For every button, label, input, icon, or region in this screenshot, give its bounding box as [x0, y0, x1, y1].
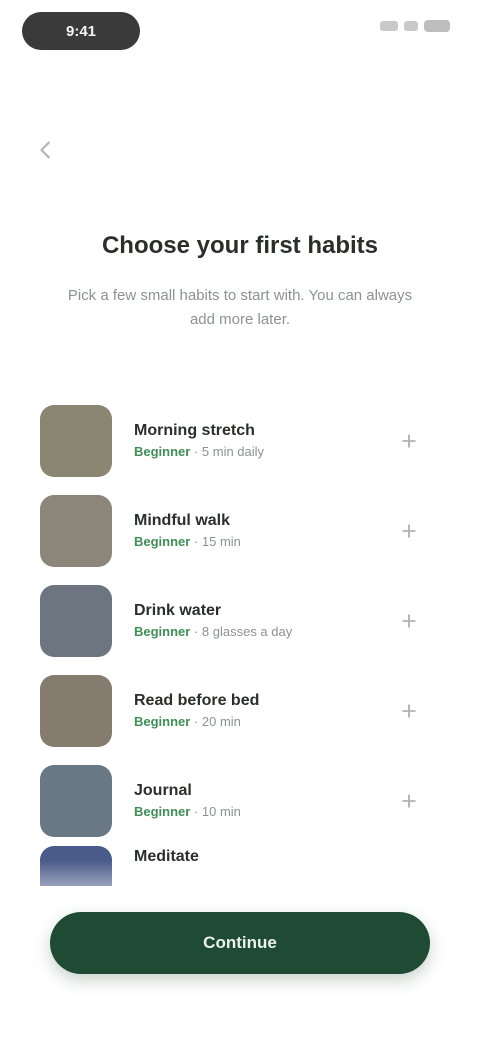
habit-tag: Beginner [134, 534, 191, 549]
habit-info: Drink water Beginner · 8 glasses a day [112, 600, 382, 642]
status-bar: 9:41 [0, 0, 480, 64]
add-habit-button[interactable] [392, 784, 426, 818]
habit-meta: Beginner · 10 min [134, 802, 382, 822]
habit-detail: · 10 min [190, 804, 241, 819]
habit-info: Morning stretch Beginner · 5 min daily [112, 420, 382, 462]
habit-detail: · 8 glasses a day [190, 624, 293, 639]
habit-info: Journal Beginner · 10 min [112, 780, 382, 822]
page-subtitle: Pick a few small habits to start with. Y… [67, 287, 413, 328]
chevron-left-icon [40, 141, 50, 159]
habit-info: Meditate [112, 846, 440, 868]
habit-thumbnail [40, 675, 112, 747]
plus-icon [402, 614, 416, 628]
habit-info: Mindful walk Beginner · 15 min [112, 510, 382, 552]
continue-button[interactable]: Continue [50, 912, 430, 974]
add-habit-button[interactable] [392, 604, 426, 638]
plus-icon [402, 434, 416, 448]
habit-row[interactable]: Meditate [40, 846, 440, 886]
habit-name: Journal [134, 782, 192, 799]
habit-thumbnail [40, 495, 112, 567]
habit-name: Meditate [134, 848, 199, 865]
battery-icon [424, 20, 450, 32]
habit-detail: · 20 min [190, 714, 241, 729]
habit-row[interactable]: Read before bed Beginner · 20 min [40, 666, 440, 756]
add-habit-button[interactable] [392, 514, 426, 548]
add-habit-button[interactable] [392, 694, 426, 728]
habit-name: Morning stretch [134, 422, 255, 439]
page-title: Choose your first habits [101, 232, 379, 259]
plus-icon [402, 794, 416, 808]
habit-name: Drink water [134, 602, 222, 619]
screen: 9:41 Choose your first habits Pick a few… [0, 0, 480, 1040]
add-habit-button[interactable] [392, 424, 426, 458]
plus-icon [402, 524, 416, 538]
habit-tag: Beginner [134, 804, 191, 819]
signal-icon [380, 21, 398, 31]
back-button[interactable] [26, 130, 66, 170]
habit-name: Mindful walk [134, 512, 230, 529]
habit-meta: Beginner · 5 min daily [134, 442, 382, 462]
habit-detail: · 5 min daily [190, 444, 265, 459]
habit-meta: Beginner · 20 min [134, 712, 382, 732]
habit-detail: · 15 min [190, 534, 241, 549]
habit-thumbnail [40, 585, 112, 657]
habit-tag: Beginner [134, 624, 191, 639]
habit-row[interactable]: Mindful walk Beginner · 15 min [40, 486, 440, 576]
habit-thumbnail [40, 405, 112, 477]
habit-thumbnail [40, 846, 112, 886]
wifi-icon [404, 21, 418, 31]
habit-thumbnail [40, 765, 112, 837]
habit-info: Read before bed Beginner · 20 min [112, 690, 382, 732]
habit-list: Morning stretch Beginner · 5 min daily M… [40, 396, 440, 886]
habit-row[interactable]: Journal Beginner · 10 min [40, 756, 440, 846]
habit-tag: Beginner [134, 444, 191, 459]
status-time: 9:41 [22, 12, 140, 50]
habit-name: Read before bed [134, 692, 260, 709]
habit-meta: Beginner · 15 min [134, 532, 382, 552]
habit-tag: Beginner [134, 714, 191, 729]
habit-row[interactable]: Drink water Beginner · 8 glasses a day [40, 576, 440, 666]
status-icons [380, 20, 450, 32]
plus-icon [402, 704, 416, 718]
habit-meta: Beginner · 8 glasses a day [134, 622, 382, 642]
habit-row[interactable]: Morning stretch Beginner · 5 min daily [40, 396, 440, 486]
